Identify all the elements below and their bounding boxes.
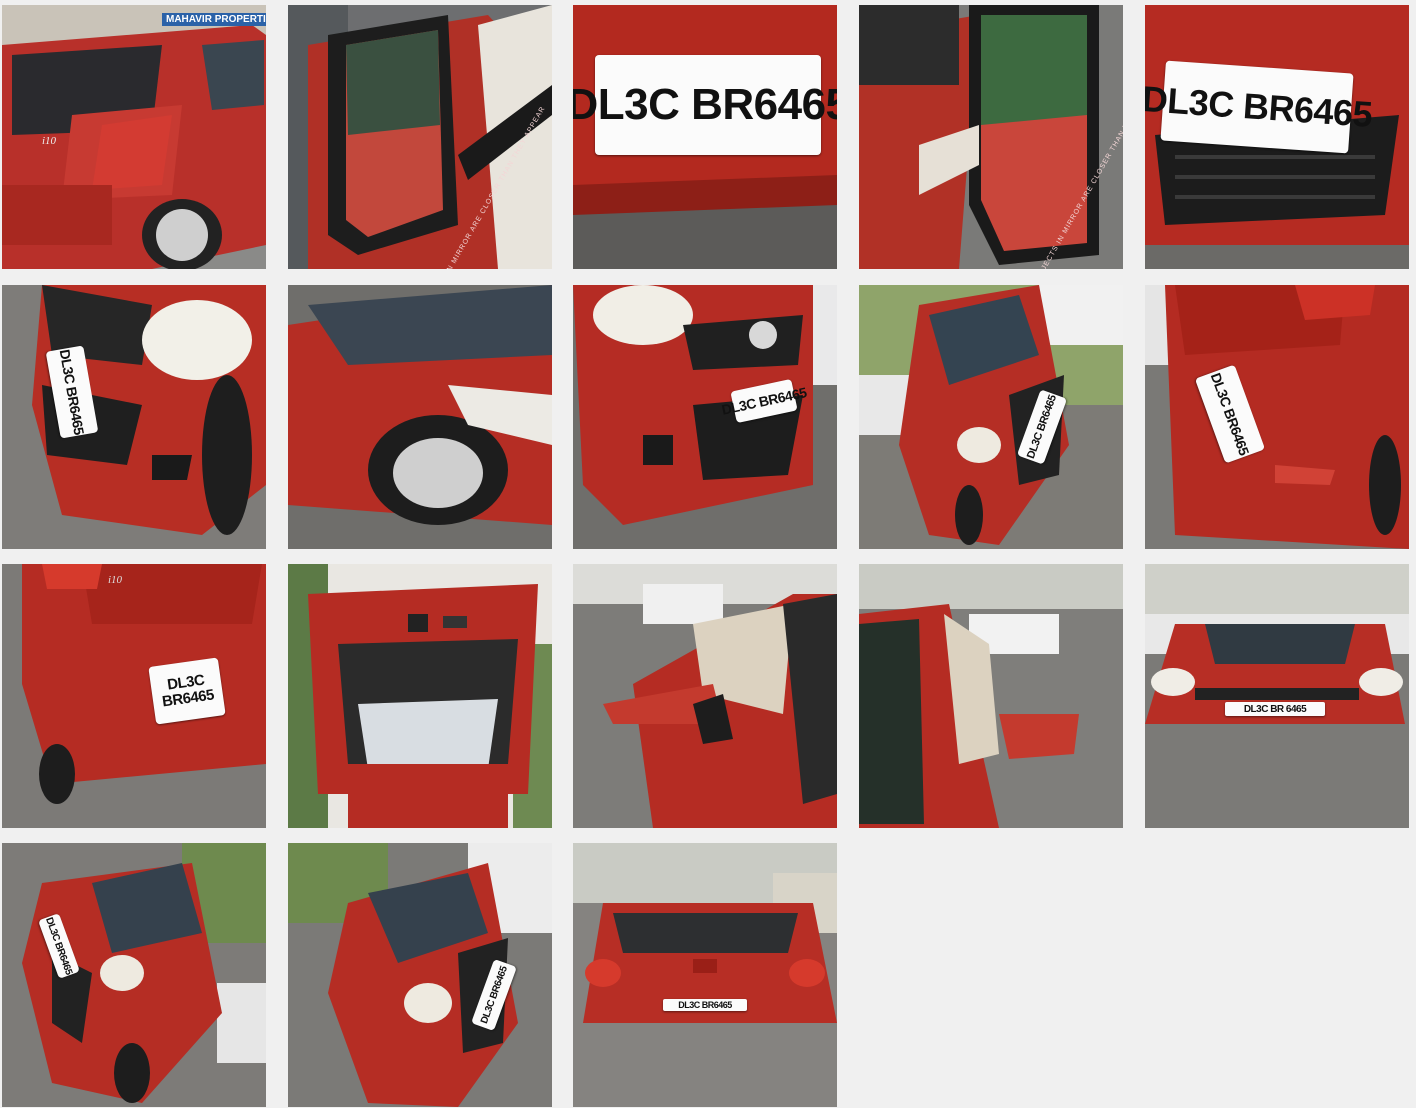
gallery-photo-6[interactable]: DL3C BR6465: [2, 285, 266, 549]
number-plate: DL3C BR6465: [1145, 60, 1373, 154]
model-badge: i10: [108, 574, 123, 586]
gallery-photo-17[interactable]: DL3C BR6465: [288, 843, 552, 1107]
photo-gallery: MAHAVIR PROPERTIES i10 OBJECTS IN MIRROR…: [0, 0, 1416, 1108]
right-mirror-image: [859, 5, 1123, 269]
front-door-mirror-image: [573, 564, 837, 828]
gallery-photo-13[interactable]: [573, 564, 837, 828]
gallery-photo-14[interactable]: [859, 564, 1123, 828]
full-front-image: [1145, 564, 1409, 828]
left-side-wheel-image: [288, 285, 552, 549]
gallery-photo-11[interactable]: i10 DL3C BR6465: [2, 564, 266, 828]
gallery-photo-15[interactable]: DL3C BR 6465: [1145, 564, 1409, 828]
shop-sign: MAHAVIR PROPERTIES: [162, 13, 266, 26]
front-left-bumper-image: [2, 285, 266, 549]
gallery-photo-16[interactable]: DL3C BR6465: [2, 843, 266, 1107]
gallery-photo-8[interactable]: DL3C BR6465: [573, 285, 837, 549]
front-right-grille-image: [573, 285, 837, 549]
rear-bumper-image: [1145, 285, 1409, 549]
right-door-mirror-image: [859, 564, 1123, 828]
left-mirror-image: [288, 5, 552, 269]
front-left-three-quarter-image: [2, 843, 266, 1107]
gallery-photo-9[interactable]: DL3C BR6465: [859, 285, 1123, 549]
gallery-photo-1[interactable]: MAHAVIR PROPERTIES i10: [2, 5, 266, 269]
model-badge: i10: [42, 135, 57, 147]
gallery-photo-7[interactable]: [288, 285, 552, 549]
gallery-photo-2[interactable]: OBJECTS IN MIRROR ARE CLOSER THAN THEY A…: [288, 5, 552, 269]
gallery-photo-3[interactable]: DL3C BR6465: [573, 5, 837, 269]
rear-lower-image: [2, 564, 266, 828]
gallery-photo-5[interactable]: DL3C BR6465: [1145, 5, 1409, 269]
number-plate: DL3C BR6465: [573, 55, 837, 155]
gallery-photo-4[interactable]: OBJECTS IN MIRROR ARE CLOSER THAN THEY A…: [859, 5, 1123, 269]
full-rear-image: [573, 843, 837, 1107]
number-plate: DL3C BR 6465: [1225, 702, 1325, 716]
open-tailgate-image: [288, 564, 552, 828]
gallery-photo-10[interactable]: DL3C BR6465: [1145, 285, 1409, 549]
number-plate: DL3C BR6465: [663, 999, 747, 1011]
gallery-photo-18[interactable]: DL3C BR6465: [573, 843, 837, 1107]
number-plate: DL3C BR6465: [148, 657, 226, 725]
front-left-top-image: [859, 285, 1123, 549]
gallery-photo-12[interactable]: [288, 564, 552, 828]
